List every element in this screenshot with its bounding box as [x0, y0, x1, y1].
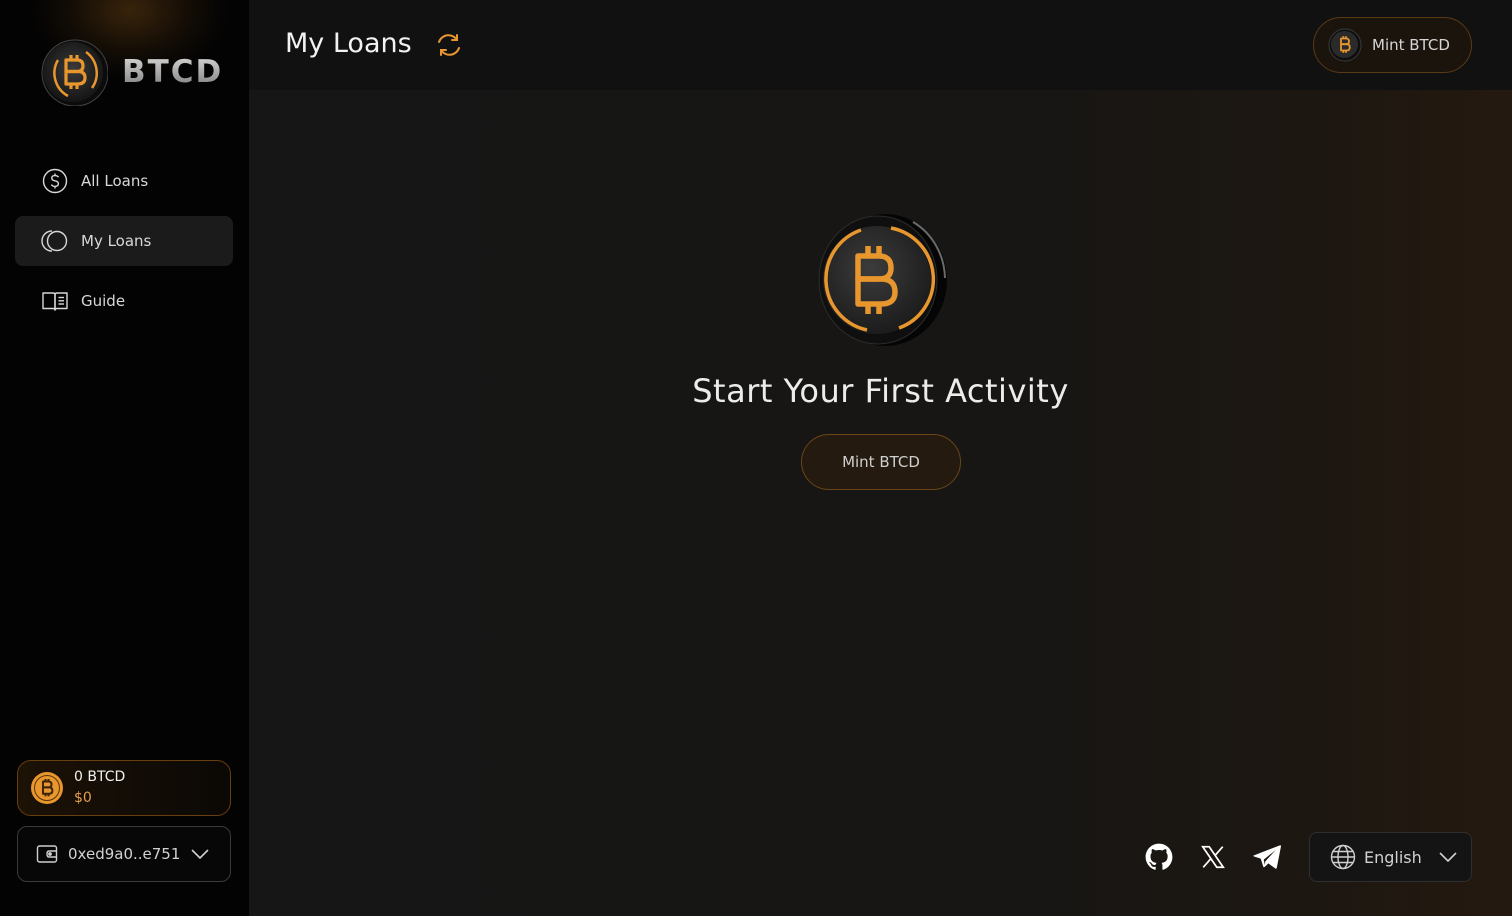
dollar-circle-icon: [41, 167, 69, 195]
wallet-address: 0xed9a0..e751: [68, 845, 181, 863]
loans-circles-icon: [41, 227, 69, 255]
x-icon[interactable]: [1198, 842, 1228, 872]
language-label: English: [1364, 847, 1422, 867]
chevron-down-icon: [1439, 852, 1457, 863]
sidebar-item-all-loans[interactable]: All Loans: [15, 156, 233, 206]
mint-btcd-header-button[interactable]: Mint BTCD: [1313, 17, 1472, 73]
sidebar-item-label: All Loans: [81, 172, 149, 190]
sidebar-nav: All Loans My Loans Guide: [15, 156, 233, 336]
main-content: Start Your First Activity Mint BTCD: [249, 90, 1512, 916]
top-bar: My Loans Mint BTCD: [249, 0, 1512, 90]
balance-amount: 0 BTCD: [74, 769, 126, 785]
wallet-icon: [36, 845, 58, 863]
chevron-down-icon: [191, 849, 209, 860]
sidebar: BTCD All Loans My Loans Guide 0 BTCD $0 …: [0, 0, 249, 916]
mint-btcd-header-label: Mint BTCD: [1372, 36, 1450, 54]
btcd-token-icon: [31, 772, 63, 804]
telegram-icon[interactable]: [1252, 842, 1282, 872]
brand-logo[interactable]: BTCD: [40, 38, 223, 106]
balance-card[interactable]: 0 BTCD $0: [17, 760, 231, 816]
wallet-selector[interactable]: 0xed9a0..e751: [17, 826, 231, 882]
language-selector[interactable]: English: [1309, 832, 1472, 882]
github-icon[interactable]: [1144, 842, 1174, 872]
globe-icon: [1330, 844, 1356, 870]
brand-name: BTCD: [122, 54, 224, 90]
empty-state-title: Start Your First Activity: [692, 372, 1069, 410]
balance-texts: 0 BTCD $0: [74, 767, 125, 809]
mint-btcd-button[interactable]: Mint BTCD: [801, 434, 961, 490]
btcd-coin-icon: [41, 39, 108, 106]
page-title: My Loans: [285, 28, 412, 59]
sidebar-item-label: My Loans: [81, 232, 152, 250]
sidebar-item-label: Guide: [81, 292, 126, 310]
refresh-icon[interactable]: [435, 31, 463, 59]
sidebar-item-guide[interactable]: Guide: [15, 276, 233, 326]
btcd-coin-icon: [1328, 28, 1362, 62]
sidebar-item-my-loans[interactable]: My Loans: [15, 216, 233, 266]
book-icon: [41, 287, 69, 315]
btcd-coin-icon: [818, 214, 947, 346]
balance-usd: $0: [74, 790, 92, 806]
